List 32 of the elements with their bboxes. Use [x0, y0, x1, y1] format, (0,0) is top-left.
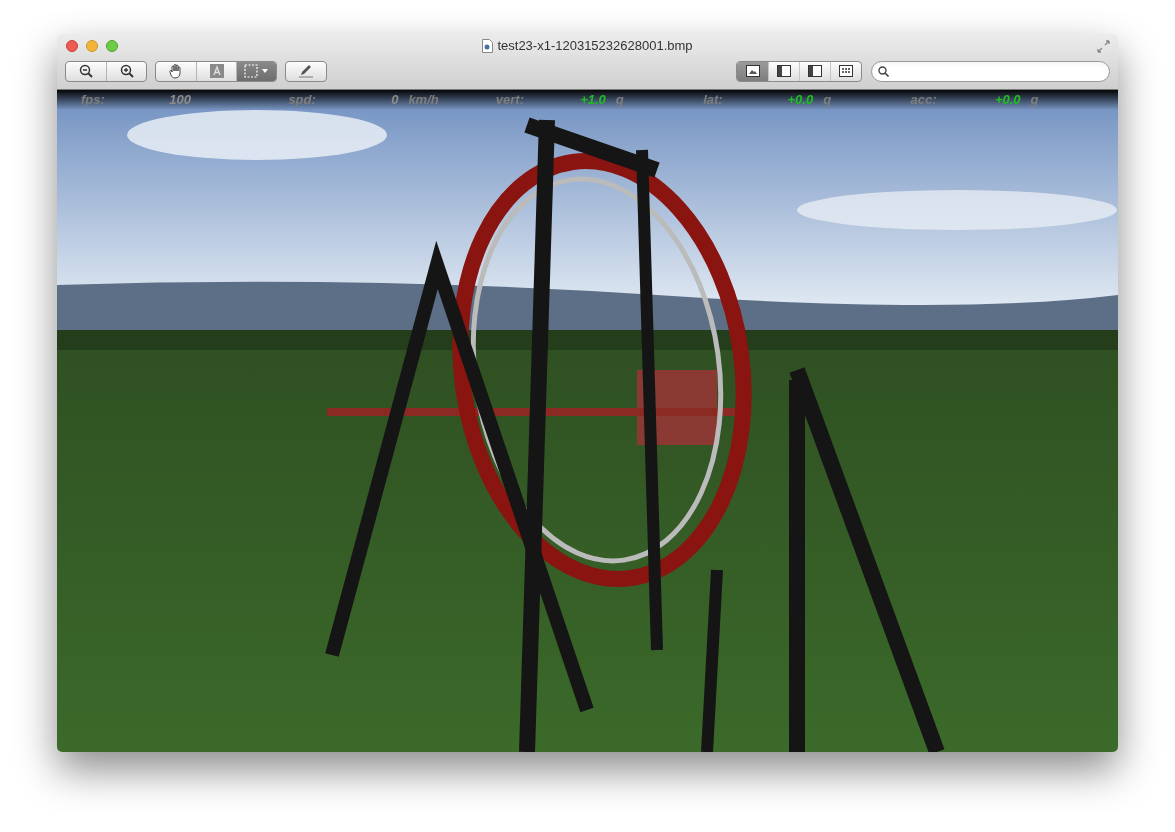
text-tool-icon — [208, 63, 225, 79]
search-icon — [878, 65, 889, 77]
hud-label: fps: — [81, 91, 106, 110]
image-view-icon — [745, 65, 760, 77]
hud-value: 100 — [168, 91, 191, 110]
sidebar-icon — [808, 65, 822, 77]
hud-unit: g — [1030, 91, 1039, 110]
hand-icon — [168, 63, 184, 79]
hud-label: spd: — [288, 91, 317, 110]
selection-icon — [243, 64, 270, 78]
zoom-in-icon — [119, 64, 134, 78]
pencil-icon — [298, 64, 314, 78]
select-button[interactable] — [236, 61, 276, 81]
hud-unit: km/h — [408, 91, 439, 110]
fullscreen-icon[interactable] — [1097, 39, 1110, 53]
hud-label: acc: — [910, 91, 938, 110]
close-button[interactable] — [66, 40, 78, 52]
search-field[interactable] — [871, 60, 1110, 82]
zoom-out-icon — [79, 64, 93, 78]
hud-label: lat: — [703, 91, 724, 110]
hud-unit: g — [823, 91, 832, 110]
hud-unit: g — [615, 91, 624, 110]
hud-label: vert: — [495, 91, 525, 110]
hud-value: +0.0 — [993, 91, 1021, 110]
hud-value: 0 — [390, 91, 399, 110]
grid-icon — [839, 65, 853, 77]
document-icon — [482, 39, 494, 53]
sidebar-icon — [777, 65, 791, 77]
window-title: test23-x1-120315232628001.bmp — [497, 37, 693, 56]
hud-value: +0.0 — [786, 91, 814, 110]
hud-value: +1.0 — [579, 91, 606, 110]
view-button[interactable] — [737, 61, 768, 81]
